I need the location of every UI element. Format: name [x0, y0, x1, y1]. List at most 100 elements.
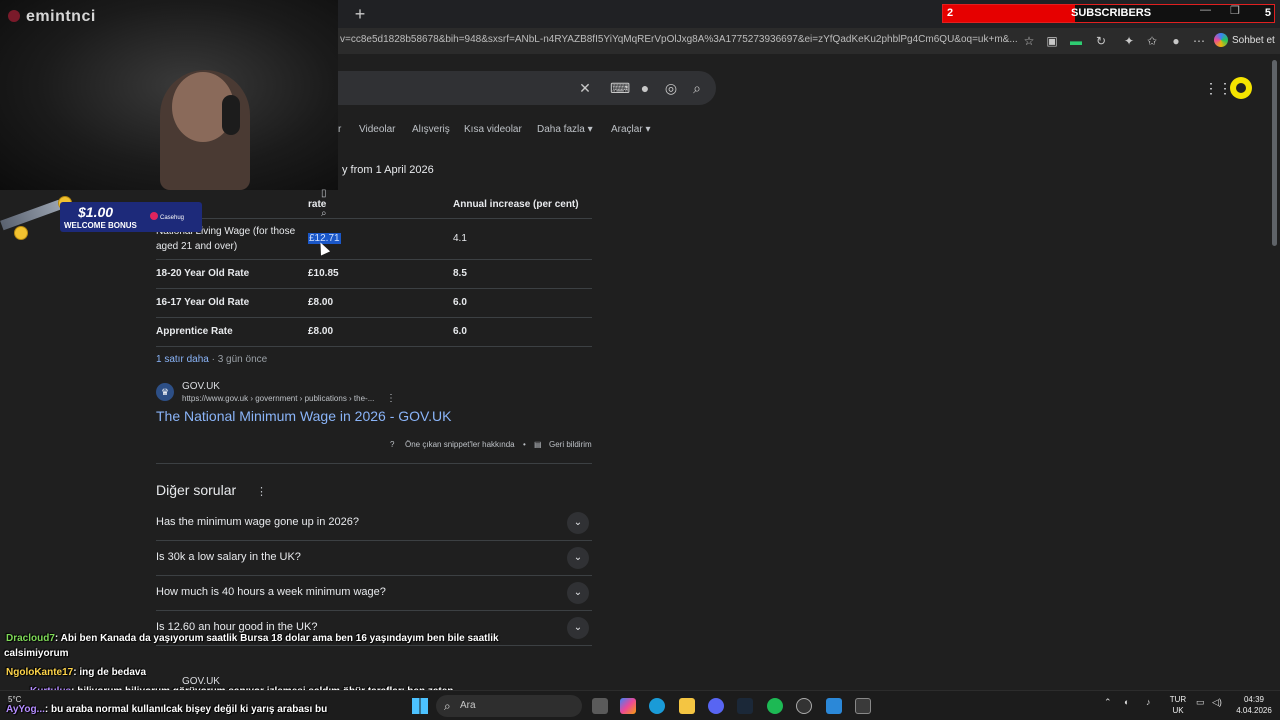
spotify-icon[interactable]: [767, 698, 783, 714]
table-header-row: rate Annual increase (per cent): [156, 192, 592, 219]
microphone-icon[interactable]: ●: [637, 80, 653, 96]
tab-partial[interactable]: r: [338, 124, 341, 135]
favorites-icon[interactable]: ✩: [1144, 33, 1160, 49]
feedback-icon[interactable]: ▤: [534, 440, 542, 449]
chevron-down-icon[interactable]: ⌄: [567, 617, 589, 639]
tab-videos[interactable]: Videolar: [359, 124, 396, 135]
puzzle-icon[interactable]: ✦: [1121, 33, 1137, 49]
battery-icon[interactable]: ▬: [1068, 33, 1084, 49]
search-icon[interactable]: ⌕: [689, 80, 705, 96]
chat-message-continued: calsimiyorum: [4, 648, 69, 659]
network-icon[interactable]: ▭: [1196, 697, 1205, 708]
about-snippets-link[interactable]: Öne çıkan snippet'ler hakkında: [405, 440, 515, 449]
people-also-ask-title: Diğer sorular: [156, 482, 237, 498]
search-small-icon[interactable]: ⌕: [321, 208, 327, 219]
snippet-age: · 3 gün önce: [211, 354, 268, 365]
divider: [156, 463, 592, 464]
chevron-down-icon[interactable]: ⌄: [567, 547, 589, 569]
copy-icon[interactable]: ▯: [321, 188, 327, 199]
table-row: National Living Wage (for those aged 21 …: [156, 218, 592, 260]
paa-question[interactable]: Is 30k a low salary in the UK? ⌄: [156, 541, 592, 576]
source-path: https://www.gov.uk › government › public…: [182, 394, 375, 403]
more-rows-link[interactable]: 1 satır daha · 3 gün önce: [156, 354, 267, 365]
tab-more[interactable]: Daha fazla ▾: [537, 124, 593, 135]
screen: { "browser": { "new_tab": "+", "url": "v…: [0, 0, 1280, 720]
discord-icon[interactable]: [708, 698, 724, 714]
ad-bonus-label: WELCOME BONUS: [64, 221, 137, 230]
paa-question[interactable]: Has the minimum wage gone up in 2026? ⌄: [156, 506, 592, 541]
table-row: 18-20 Year Old Rate £10.85 8.5: [156, 259, 592, 289]
tab-shopping[interactable]: Alışveriş: [412, 124, 450, 135]
star-icon[interactable]: ☆: [1021, 33, 1037, 49]
tray-mic-icon[interactable]: ♪: [1146, 697, 1151, 707]
chevron-down-icon[interactable]: ⌄: [567, 512, 589, 534]
copilot-button[interactable]: Sohbet et: [1214, 32, 1276, 50]
separator-dot: •: [523, 440, 526, 449]
extension-icon[interactable]: ▣: [1044, 33, 1060, 49]
account-avatar[interactable]: [1230, 77, 1252, 99]
weather-widget[interactable]: 5°C: [8, 695, 21, 704]
paa-question-text: Has the minimum wage gone up in 2026?: [156, 516, 360, 528]
profile-icon[interactable]: ●: [1168, 33, 1184, 49]
task-view-icon[interactable]: [592, 698, 608, 714]
chat-message: Dracloud7: Abi ben Kanada da yaşıyorum s…: [6, 633, 499, 644]
table-header: Annual increase (per cent): [453, 192, 592, 219]
copilot-icon: [1214, 33, 1228, 48]
clock-date: 4.04.2026: [1236, 706, 1272, 715]
table-cell: £8.00: [308, 317, 453, 347]
table-cell: 4.1: [453, 218, 592, 260]
headphone-icon: [222, 95, 240, 135]
table-cell: £8.00: [308, 288, 453, 318]
tab-tools[interactable]: Araçlar ▾: [611, 124, 650, 135]
clock[interactable]: 04:39 4.04.2026: [1232, 694, 1276, 716]
paa-menu-icon[interactable]: ⋮: [256, 485, 267, 498]
url-field[interactable]: v=cc8e5d1828b58678&bih=948&sxsrf=ANbL-n4…: [340, 34, 1020, 45]
calculator-icon[interactable]: [855, 698, 871, 714]
start-menu-icon[interactable]: [412, 698, 428, 714]
keyboard-icon[interactable]: ⌨: [610, 80, 630, 96]
source-menu-icon[interactable]: ⋮: [386, 393, 396, 404]
table-row: 16-17 Year Old Rate £8.00 6.0: [156, 288, 592, 318]
taskbar-search[interactable]: Ara: [436, 695, 582, 717]
tab-short-videos[interactable]: Kısa videolar: [464, 124, 522, 135]
chat-text: : ing de bedava: [73, 667, 147, 678]
chat-username: AyYog...: [6, 704, 45, 715]
scrollbar-thumb[interactable]: [1272, 60, 1277, 246]
table-row: Apprentice Rate £8.00 6.0: [156, 317, 592, 347]
tray-app-icon[interactable]: ◐: [1124, 697, 1129, 707]
source-name: GOV.UK: [182, 381, 220, 392]
copilot-app-icon[interactable]: [620, 698, 636, 714]
paa-question[interactable]: How much is 40 hours a week minimum wage…: [156, 576, 592, 611]
lens-icon[interactable]: ◎: [663, 80, 679, 96]
chat-username: Dracloud7: [6, 633, 55, 644]
paa-question-text: Is 30k a low salary in the UK?: [156, 551, 301, 563]
refresh-icon[interactable]: ↻: [1093, 33, 1109, 49]
search-input[interactable]: ✕ ⌨ ● ◎ ⌕: [300, 71, 716, 105]
page-scrollbar[interactable]: [1269, 56, 1280, 690]
chat-text: : bu araba normal kullanılcak bişey deği…: [44, 704, 328, 715]
chevron-down-icon[interactable]: ⌄: [567, 582, 589, 604]
table-cell: 6.0: [453, 288, 592, 318]
minimize-icon[interactable]: —: [1200, 4, 1211, 16]
wage-table: rate Annual increase (per cent) National…: [156, 192, 592, 347]
chrome-icon[interactable]: [796, 698, 812, 714]
volume-icon[interactable]: ◁): [1212, 697, 1222, 708]
subscriber-goal: 5: [1264, 7, 1271, 19]
steam-icon[interactable]: [737, 698, 753, 714]
result-title-link[interactable]: The National Minimum Wage in 2026 - GOV.…: [156, 408, 451, 424]
language-indicator[interactable]: TUR UK: [1168, 694, 1188, 716]
photos-icon[interactable]: [826, 698, 842, 714]
more-options-icon[interactable]: ⋯: [1191, 33, 1207, 49]
new-tab-button[interactable]: +: [350, 4, 370, 24]
ad-knife-graphic: [0, 199, 62, 231]
edge-icon[interactable]: [649, 698, 665, 714]
help-icon[interactable]: ?: [390, 440, 394, 449]
table-cell: Apprentice Rate: [156, 317, 308, 347]
more-rows-label[interactable]: 1 satır daha: [156, 354, 209, 365]
restore-icon[interactable]: ❐: [1230, 4, 1240, 17]
file-explorer-icon[interactable]: [679, 698, 695, 714]
tray-chevron-icon[interactable]: ⌃: [1104, 697, 1112, 708]
apps-grid-icon[interactable]: ⋮⋮: [1204, 80, 1232, 96]
feedback-link[interactable]: Geri bildirim: [549, 440, 592, 449]
clear-icon[interactable]: ✕: [577, 80, 593, 96]
